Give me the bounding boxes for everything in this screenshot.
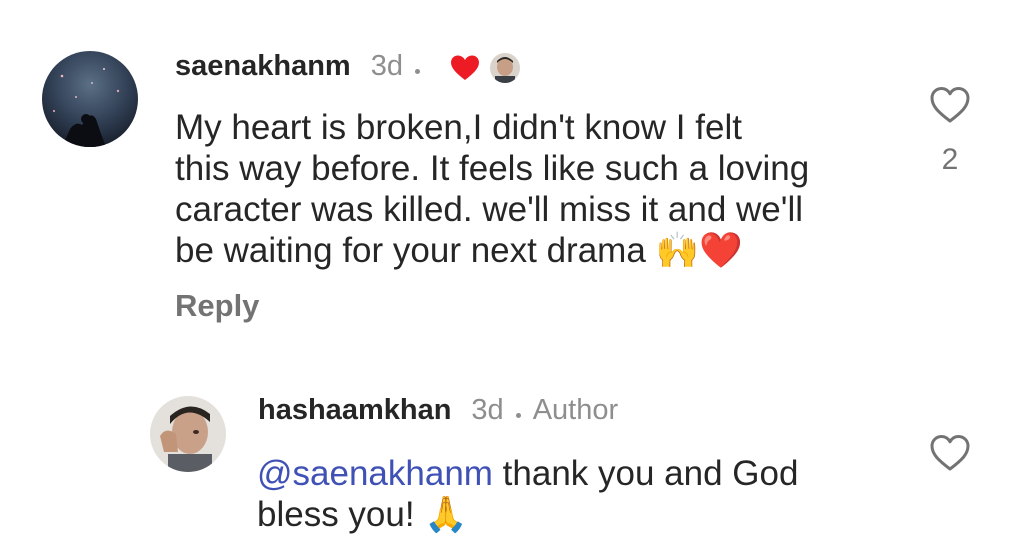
author-badge: Author	[532, 393, 619, 426]
comment-text-line: this way before. It feels like such a lo…	[175, 149, 810, 188]
comment-1-text: My heart is broken,I didn't know I felt …	[175, 107, 895, 271]
comment-2-header: hashaamkhan 3d Author	[258, 390, 618, 430]
comment-1: saenakhanm 3d My heart is broken,I didn'…	[0, 0, 1024, 340]
author-liked-heart-icon	[450, 54, 480, 87]
like-heart-icon[interactable]	[929, 85, 971, 125]
comment-text-segment: thank you and God	[492, 454, 799, 493]
comment-time: 3d	[370, 49, 403, 82]
like-heart-icon[interactable]	[929, 433, 971, 473]
mention-link[interactable]: @saenakhanm	[257, 454, 493, 493]
comment-text-line: caracter was killed. we'll miss it and w…	[175, 190, 804, 229]
comment-time: 3d	[471, 393, 504, 426]
username[interactable]: saenakhanm	[175, 50, 351, 83]
author-mini-avatar	[489, 53, 520, 83]
avatar-hashaamkhan[interactable]	[150, 396, 226, 472]
like-count: 2	[941, 143, 959, 176]
comment-2: hashaamkhan 3d Author @saenakhanm thank …	[0, 340, 1024, 544]
separator-dot	[515, 412, 521, 418]
comment-text-line: be waiting for your next drama 🙌❤️	[175, 231, 743, 270]
reply-button[interactable]: Reply	[175, 288, 259, 324]
username[interactable]: hashaamkhan	[258, 394, 451, 427]
comment-text-line: bless you! 🙏	[257, 495, 468, 534]
separator-dot	[414, 68, 420, 74]
comment-1-header: saenakhanm 3d	[175, 46, 520, 86]
comment-2-text: @saenakhanm thank you and God bless you!…	[257, 453, 897, 535]
comment-text-line: My heart is broken,I didn't know I felt	[175, 108, 742, 147]
avatar-saenakhanm[interactable]	[42, 51, 138, 147]
comment-text-line: @saenakhanm thank you and God	[257, 453, 897, 494]
